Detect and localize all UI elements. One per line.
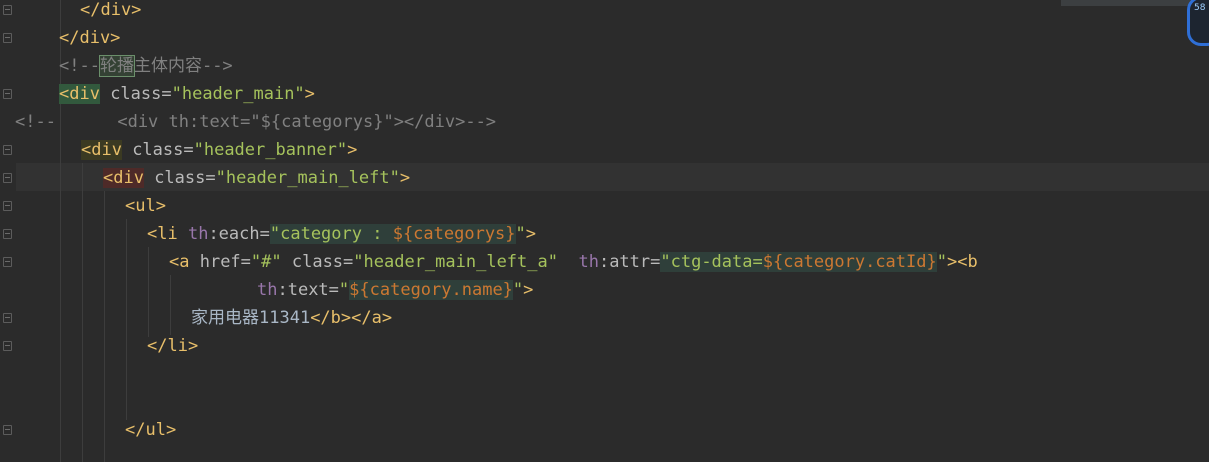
text-content: 家用电器11341	[191, 308, 311, 328]
tag-close: >	[304, 84, 315, 104]
fold-icon[interactable]	[3, 5, 12, 15]
attr-name: class=	[281, 252, 354, 272]
tag-open: <li	[147, 224, 188, 244]
tag-close: ><b	[946, 252, 978, 272]
code-line[interactable]: <div class="header_main">	[59, 80, 315, 108]
thymeleaf-prefix: th	[257, 280, 278, 300]
attr-name: class=	[121, 140, 194, 160]
code-line[interactable]: </div>	[59, 24, 120, 52]
indent-guide	[82, 163, 83, 462]
tag-open: <a	[169, 252, 190, 272]
attr-value: "header_main_left_a"	[353, 252, 558, 272]
attr-quote: "	[512, 280, 524, 300]
code-line[interactable]: <li th:each="category : ${categorys}">	[147, 220, 536, 248]
attr-name: :text=	[277, 280, 339, 300]
attr-name: class=	[99, 84, 172, 104]
indent-guide	[104, 191, 105, 462]
code-line-comment[interactable]: <!--轮播主体内容-->	[59, 52, 233, 80]
attr-name: :each=	[208, 224, 270, 244]
indent-guide	[170, 275, 171, 335]
indent-guide	[126, 219, 127, 420]
fold-icon[interactable]	[3, 425, 12, 435]
code-line-comment[interactable]: <!-- <div th:text="${categorys}"></div>-…	[15, 108, 496, 136]
code-line[interactable]: <div class="header_banner">	[81, 136, 357, 164]
attr-value: "header_main_left"	[215, 168, 400, 188]
fold-icon[interactable]	[3, 33, 12, 43]
tag-close: >	[399, 168, 411, 188]
thymeleaf-expression: ${categorys}	[392, 224, 516, 244]
code-line[interactable]: </ul>	[125, 416, 176, 444]
attr-quote: "	[269, 224, 281, 244]
attr-quote: "	[515, 224, 526, 244]
tag-close: >	[347, 140, 358, 160]
attr-value: "header_banner"	[193, 140, 348, 160]
attr-name: :attr=	[598, 252, 661, 272]
code-line[interactable]: </li>	[147, 332, 198, 360]
fold-icon[interactable]	[3, 257, 12, 267]
code-line[interactable]: <ul>	[125, 192, 166, 220]
thymeleaf-expression: ${category.name}	[349, 280, 513, 300]
tag-close: </b></a>	[310, 308, 393, 328]
comment-rest: 主体内容-->	[133, 56, 233, 76]
code-line[interactable]: <a href="#" class="header_main_left_a" t…	[169, 248, 978, 276]
fold-icon[interactable]	[3, 173, 12, 183]
code-line[interactable]: th:text="${category.name}">	[257, 276, 533, 304]
tag-close: >	[523, 280, 534, 300]
search-match-highlight: 轮播	[98, 55, 135, 77]
badge-label: 58 ...	[1194, 3, 1209, 13]
thymeleaf-prefix: th	[578, 252, 599, 272]
tag-close: >	[525, 224, 537, 244]
attr-value: "#"	[250, 252, 282, 272]
thymeleaf-prefix: th	[187, 224, 209, 244]
fold-icon[interactable]	[3, 201, 12, 211]
code-line[interactable]: <div class="header_main_left">	[103, 164, 410, 192]
fold-icon[interactable]	[3, 145, 12, 155]
indent-guide	[148, 247, 149, 337]
attr-quote: "	[936, 252, 947, 272]
attr-name: class=	[143, 168, 216, 188]
code-line[interactable]: </div>	[80, 0, 141, 24]
tag-open: <div	[103, 168, 144, 188]
thymeleaf-expression: ${category.catId}	[762, 252, 937, 272]
editor[interactable]: </div> </div> <!--轮播主体内容--> <div class="…	[0, 0, 1209, 462]
attr-value: "ctg-data=	[660, 252, 763, 272]
attr-quote: "	[338, 280, 350, 300]
fold-icon[interactable]	[3, 89, 12, 99]
gutter	[0, 0, 16, 462]
fold-icon[interactable]	[3, 313, 12, 323]
tag-open: <div	[59, 84, 100, 104]
notification-badge[interactable]: 58 ...	[1187, 0, 1209, 46]
attr-value: "header_main"	[171, 84, 305, 104]
attr-value: category :	[280, 224, 393, 244]
fold-icon[interactable]	[3, 341, 12, 351]
fold-icon[interactable]	[3, 229, 12, 239]
comment-prefix: <!--	[59, 56, 100, 76]
code-line[interactable]: 家用电器11341</b></a>	[191, 304, 392, 332]
tag-open: <div	[81, 140, 122, 160]
attr-name: href=	[189, 252, 251, 272]
